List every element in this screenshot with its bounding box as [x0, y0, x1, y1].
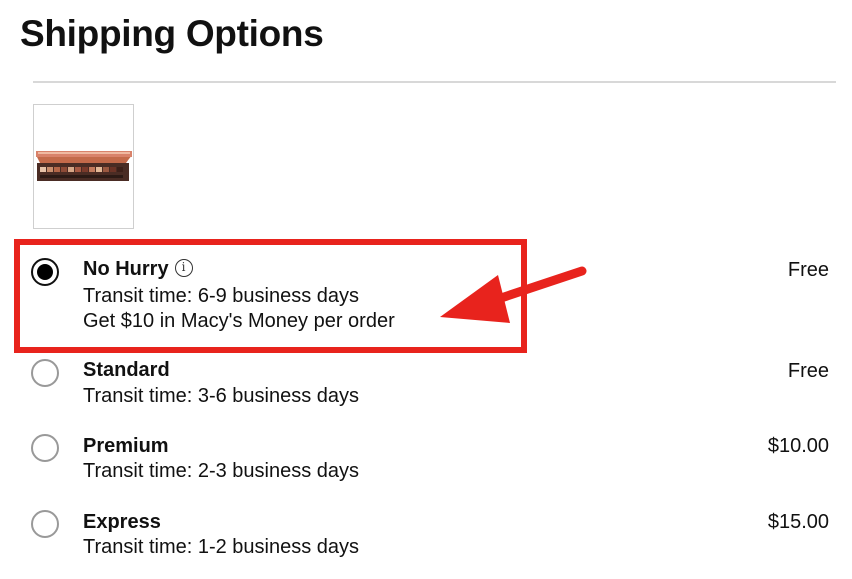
- radio-express[interactable]: [31, 510, 59, 538]
- option-price-standard: Free: [787, 360, 829, 382]
- option-name-premium: Premium: [83, 435, 169, 457]
- option-promo-no-hurry: Get $10 in Macy's Money per order: [83, 310, 395, 332]
- eyeshadow-palette-image: [36, 151, 132, 181]
- header-divider: [33, 81, 836, 83]
- option-name-no-hurry: No Hurry i: [83, 257, 193, 281]
- option-name-express: Express: [83, 511, 161, 533]
- option-transit-no-hurry: Transit time: 6-9 business days: [83, 285, 360, 307]
- info-icon[interactable]: i: [174, 259, 193, 277]
- option-price-premium: $10.00: [767, 435, 829, 457]
- page-title: Shipping Options: [20, 13, 324, 54]
- annotation-arrow-icon: [440, 266, 587, 323]
- radio-standard[interactable]: [31, 359, 59, 387]
- radio-premium[interactable]: [31, 434, 59, 462]
- option-price-express: $15.00: [767, 511, 829, 533]
- product-thumbnail[interactable]: [33, 104, 134, 229]
- option-name-label: No Hurry: [83, 258, 169, 280]
- radio-no-hurry[interactable]: [31, 258, 59, 286]
- option-name-standard: Standard: [83, 359, 170, 381]
- option-transit-express: Transit time: 1-2 business days: [83, 536, 360, 558]
- option-transit-premium: Transit time: 2-3 business days: [83, 460, 360, 482]
- option-price-no-hurry: Free: [787, 259, 829, 281]
- option-transit-standard: Transit time: 3-6 business days: [83, 385, 360, 407]
